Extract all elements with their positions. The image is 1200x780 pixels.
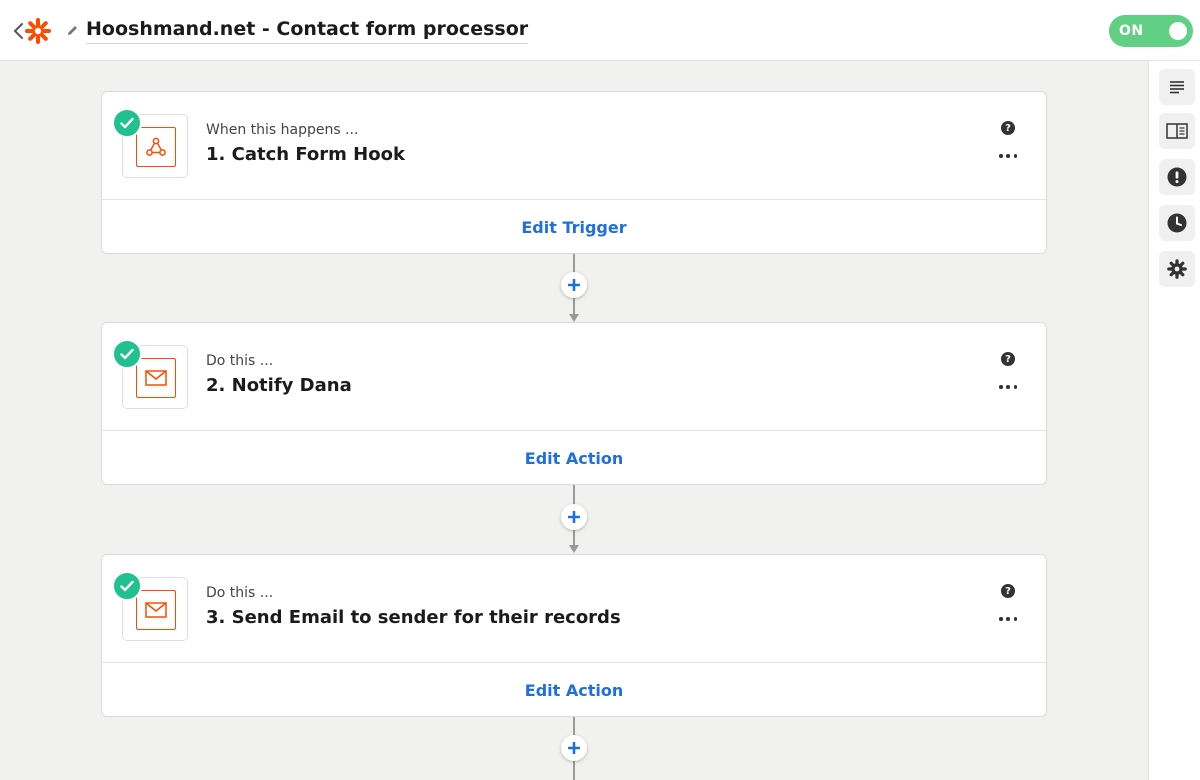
step-title: 1. Catch Form Hook — [206, 144, 405, 165]
add-step-button[interactable] — [561, 504, 587, 530]
history-icon — [1167, 213, 1187, 233]
step-kicker: When this happens ... — [206, 122, 359, 138]
rail-alert-button[interactable] — [1159, 159, 1195, 195]
toggle-label: ON — [1119, 23, 1144, 39]
zapier-logo-icon[interactable] — [25, 18, 51, 44]
zap-title[interactable]: Hooshmand.net - Contact form processor — [86, 18, 529, 44]
step-card-1[interactable]: When this happens ... 1. Catch Form Hook… — [101, 91, 1047, 254]
edit-action-button[interactable]: Edit Action — [102, 663, 1046, 717]
arrow-down-icon — [569, 314, 579, 322]
alert-icon — [1167, 167, 1187, 187]
right-sidebar — [1148, 61, 1200, 780]
arrow-down-icon — [569, 545, 579, 553]
step-title: 3. Send Email to sender for their record… — [206, 607, 621, 628]
pencil-icon[interactable] — [66, 24, 79, 37]
rail-settings-button[interactable] — [1159, 251, 1195, 287]
more-options-icon[interactable] — [999, 616, 1017, 622]
more-options-icon[interactable] — [999, 153, 1017, 159]
plus-icon — [568, 279, 580, 291]
add-step-button[interactable] — [561, 735, 587, 761]
add-step-button[interactable] — [561, 272, 587, 298]
rail-guide-button[interactable] — [1159, 113, 1195, 149]
guide-icon — [1166, 123, 1188, 139]
more-options-icon[interactable] — [999, 384, 1017, 390]
step-kicker: Do this ... — [206, 353, 274, 369]
plus-icon — [568, 511, 580, 523]
email-icon — [136, 590, 176, 630]
zap-on-toggle[interactable]: ON — [1109, 15, 1193, 47]
settings-icon — [1167, 259, 1187, 279]
check-icon — [112, 339, 142, 369]
email-icon — [136, 358, 176, 398]
rail-notes-button[interactable] — [1159, 69, 1195, 105]
step-card-2[interactable]: Do this ... 2. Notify Dana ? Edit Action — [101, 322, 1047, 485]
edit-trigger-button[interactable]: Edit Trigger — [102, 200, 1046, 254]
step-title: 2. Notify Dana — [206, 375, 352, 396]
check-icon — [112, 571, 142, 601]
edit-action-button[interactable]: Edit Action — [102, 431, 1046, 485]
webhook-icon — [136, 127, 176, 167]
plus-icon — [568, 742, 580, 754]
step-card-3[interactable]: Do this ... 3. Send Email to sender for … — [101, 554, 1047, 717]
help-icon[interactable]: ? — [1001, 584, 1015, 598]
check-icon — [112, 108, 142, 138]
notes-icon — [1170, 81, 1184, 94]
step-kicker: Do this ... — [206, 585, 274, 601]
step-summary[interactable]: Do this ... 3. Send Email to sender for … — [102, 555, 1046, 663]
rail-history-button[interactable] — [1159, 205, 1195, 241]
toggle-knob — [1169, 22, 1187, 40]
top-bar: Hooshmand.net - Contact form processor O… — [0, 0, 1200, 61]
help-icon[interactable]: ? — [1001, 121, 1015, 135]
back-chevron-icon[interactable] — [12, 21, 26, 41]
step-summary[interactable]: When this happens ... 1. Catch Form Hook… — [102, 92, 1046, 200]
step-summary[interactable]: Do this ... 2. Notify Dana ? — [102, 323, 1046, 431]
help-icon[interactable]: ? — [1001, 352, 1015, 366]
